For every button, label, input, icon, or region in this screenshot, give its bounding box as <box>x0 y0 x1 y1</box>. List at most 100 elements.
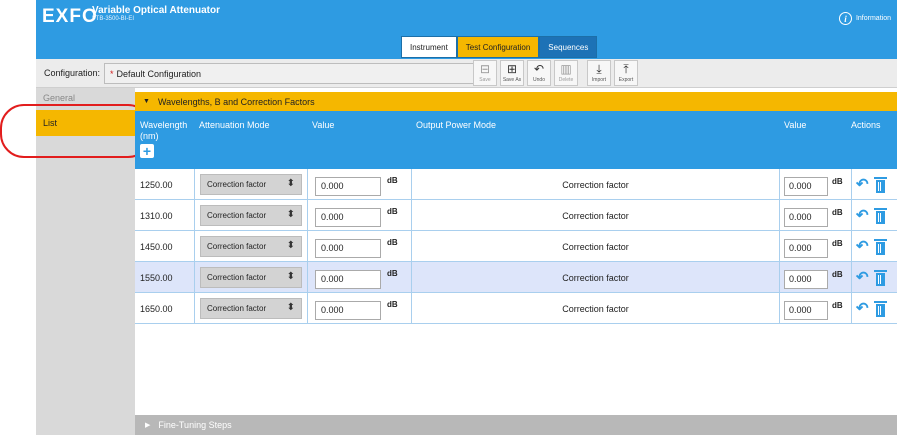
delete-button[interactable]: ▥ Delete <box>554 60 578 86</box>
undo-label: Undo <box>533 77 545 83</box>
attenuation-mode-select[interactable]: Correction factor ⬍ <box>200 267 302 288</box>
export-label: Export <box>618 77 634 83</box>
configuration-value: Default Configuration <box>116 68 202 79</box>
output-power-mode-cell: Correction factor <box>411 231 779 262</box>
column-value: Value <box>312 120 335 130</box>
output-value-cell: 0.000 dB <box>779 231 851 262</box>
output-value-cell: 0.000 dB <box>779 200 851 231</box>
tab-instrument[interactable]: Instrument <box>401 36 457 58</box>
annotation-highlight-ellipse <box>0 104 152 158</box>
attenuation-mode-cell: Correction factor ⬍ <box>194 293 307 324</box>
attenuation-mode-cell: Correction factor ⬍ <box>194 169 307 200</box>
attenuation-mode-select[interactable]: Correction factor ⬍ <box>200 298 302 319</box>
delete-row-icon[interactable] <box>873 300 887 317</box>
information-button[interactable]: i Information <box>838 12 891 25</box>
section-header-fine-tuning-steps[interactable]: ▶ Fine-Tuning Steps <box>135 415 897 435</box>
output-value-cell: 0.000 dB <box>779 262 851 293</box>
app-title: Variable Optical Attenuator <box>92 5 220 16</box>
attenuation-mode-value: Correction factor <box>207 211 267 220</box>
delete-row-icon[interactable] <box>873 207 887 224</box>
column-value-2: Value <box>784 120 807 130</box>
table-row: 1450.00 Correction factor ⬍ 0.000 dB Cor… <box>135 231 897 262</box>
wavelength-cell: 1450.00 <box>140 241 173 252</box>
actions-cell: ↶ <box>851 231 897 262</box>
app-subtitle: FTB-3500-BI-EI <box>92 16 135 22</box>
wavelength-table: 1250.00 Correction factor ⬍ 0.000 dB Cor… <box>135 169 897 324</box>
actions-cell: ↶ <box>851 169 897 200</box>
save-as-icon: ⊞ <box>506 62 518 76</box>
output-power-mode-cell: Correction factor <box>411 262 779 293</box>
undo-icon: ↶ <box>533 62 545 76</box>
import-label: Import <box>591 77 607 83</box>
tab-sequences[interactable]: Sequences <box>539 36 598 58</box>
reset-row-icon[interactable]: ↶ <box>856 301 869 316</box>
output-value-cell: 0.000 dB <box>779 169 851 200</box>
attenuation-mode-cell: Correction factor ⬍ <box>194 262 307 293</box>
up-down-chevron-icon: ⬍ <box>286 209 295 220</box>
top-bar: EXFO Variable Optical Attenuator FTB-350… <box>36 0 897 59</box>
attenuation-mode-select[interactable]: Correction factor ⬍ <box>200 205 302 226</box>
table-row: 1250.00 Correction factor ⬍ 0.000 dB Cor… <box>135 169 897 200</box>
value-input[interactable]: 0.000 <box>315 207 381 227</box>
output-value-input[interactable]: 0.000 <box>784 176 828 196</box>
value-input[interactable]: 0.000 <box>315 176 381 196</box>
value-cell: 0.000 dB <box>307 293 411 324</box>
save-as-button[interactable]: ⊞ Save As <box>500 60 524 86</box>
unit-label: dB <box>387 300 398 309</box>
actions-cell: ↶ <box>851 293 897 324</box>
info-icon: i <box>838 12 852 25</box>
attenuation-mode-cell: Correction factor ⬍ <box>194 200 307 231</box>
wavelength-cell: 1250.00 <box>140 179 173 190</box>
value-input[interactable]: 0.000 <box>315 238 381 258</box>
tab-test-configuration[interactable]: Test Configuration <box>456 36 540 58</box>
import-icon: ⤓ <box>596 62 602 76</box>
save-label: Save <box>479 77 491 83</box>
undo-button[interactable]: ↶ Undo <box>527 60 551 86</box>
table-header: Wavelength (nm) Attenuation Mode Value O… <box>135 111 897 169</box>
section-header-wavelengths[interactable]: ▼ Wavelengths, B and Correction Factors <box>135 92 897 111</box>
reset-row-icon[interactable]: ↶ <box>856 270 869 285</box>
up-down-chevron-icon: ⬍ <box>286 271 295 282</box>
actions-cell: ↶ <box>851 200 897 231</box>
wavelength-cell: 1310.00 <box>140 210 173 221</box>
attenuation-mode-select[interactable]: Correction factor ⬍ <box>200 174 302 195</box>
actions-cell: ↶ <box>851 262 897 293</box>
value-input[interactable]: 0.000 <box>315 300 381 320</box>
wavelength-cell: 1550.00 <box>140 272 173 283</box>
wavelength-cell: 1650.00 <box>140 303 173 314</box>
reset-row-icon[interactable]: ↶ <box>856 208 869 223</box>
delete-row-icon[interactable] <box>873 238 887 255</box>
save-as-label: Save As <box>502 77 522 83</box>
table-row: 1650.00 Correction factor ⬍ 0.000 dB Cor… <box>135 293 897 324</box>
modified-marker: * <box>110 68 114 79</box>
column-output-power-mode: Output Power Mode <box>416 120 497 130</box>
value-cell: 0.000 dB <box>307 262 411 293</box>
unit-label: dB <box>832 208 843 217</box>
value-input[interactable]: 0.000 <box>315 269 381 289</box>
output-value-input[interactable]: 0.000 <box>784 238 828 258</box>
attenuation-mode-value: Correction factor <box>207 304 267 313</box>
footer-section-title: Fine-Tuning Steps <box>158 420 232 430</box>
delete-row-icon[interactable] <box>873 269 887 286</box>
add-row-button[interactable]: + <box>140 144 154 158</box>
output-value-input[interactable]: 0.000 <box>784 269 828 289</box>
save-button[interactable]: ⊟ Save <box>473 60 497 86</box>
configuration-label: Configuration: <box>44 68 101 78</box>
output-value-input[interactable]: 0.000 <box>784 207 828 227</box>
information-label: Information <box>855 15 891 22</box>
output-value-input[interactable]: 0.000 <box>784 300 828 320</box>
up-down-chevron-icon: ⬍ <box>286 240 295 251</box>
output-power-mode-cell: Correction factor <box>411 200 779 231</box>
unit-label: dB <box>832 177 843 186</box>
reset-row-icon[interactable]: ↶ <box>856 239 869 254</box>
attenuation-mode-select[interactable]: Correction factor ⬍ <box>200 236 302 257</box>
configuration-select[interactable]: * Default Configuration ⬍ <box>104 63 497 84</box>
reset-row-icon[interactable]: ↶ <box>856 177 869 192</box>
attenuation-mode-value: Correction factor <box>207 242 267 251</box>
delete-row-icon[interactable] <box>873 176 887 193</box>
import-button[interactable]: ⤓ Import <box>587 60 611 86</box>
export-button[interactable]: ⤒ Export <box>614 60 638 86</box>
save-icon: ⊟ <box>479 62 491 76</box>
delete-label: Delete <box>558 77 574 83</box>
value-cell: 0.000 dB <box>307 231 411 262</box>
